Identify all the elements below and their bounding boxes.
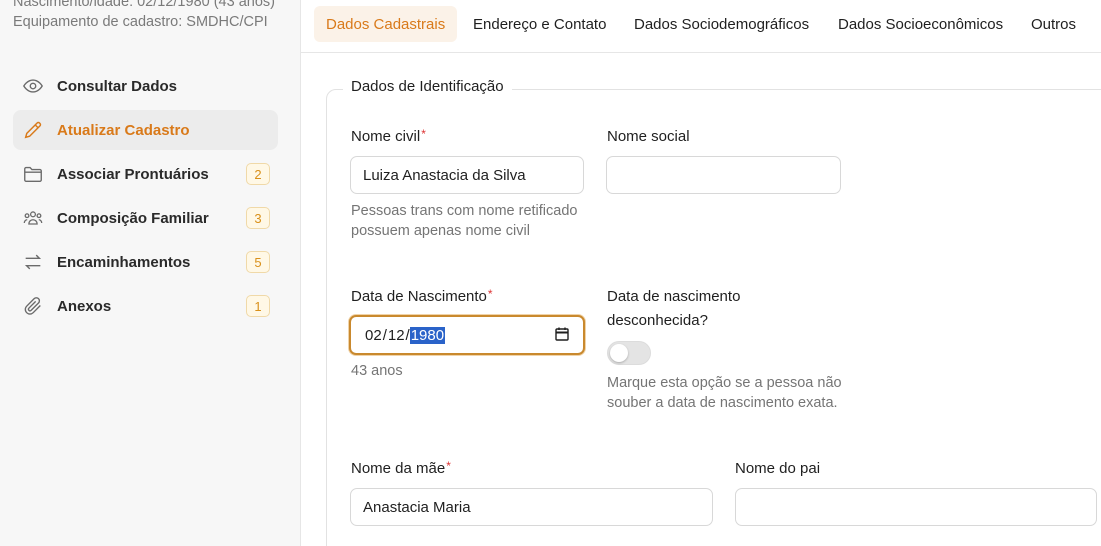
age-display: 43 anos	[351, 363, 403, 379]
patient-info: Nascimento/idade: 02/12/1980 (43 anos) E…	[13, 0, 283, 32]
sidebar-item-composicao-familiar[interactable]: Composição Familiar 3	[13, 198, 278, 238]
date-month[interactable]: 12	[387, 327, 406, 344]
nome-civil-help: Pessoas trans com nome retificado possue…	[351, 203, 578, 239]
sidebar-item-label: Anexos	[57, 297, 112, 315]
sidebar-nav: Consultar Dados Atualizar Cadastro Assoc…	[13, 66, 278, 330]
nome-civil-label-text: Nome civil	[351, 128, 421, 145]
nome-mae-label-text: Nome da mãe	[351, 460, 446, 477]
count-badge: 5	[246, 251, 270, 273]
count-badge: 1	[246, 295, 270, 317]
required-marker: *	[446, 459, 451, 473]
required-marker: *	[487, 287, 493, 301]
eye-icon	[21, 74, 45, 98]
sidebar-item-associar-prontuarios[interactable]: Associar Prontuários 2	[13, 154, 278, 194]
required-marker: *	[421, 127, 426, 141]
fieldset-legend: Dados de Identificação	[343, 78, 512, 95]
sidebar-item-label: Encaminhamentos	[57, 253, 191, 271]
toggle-knob	[610, 344, 628, 362]
tab-dados-sociodemograficos[interactable]: Dados Sociodemográficos	[622, 6, 821, 42]
nome-social-label: Nome social	[607, 128, 690, 145]
data-nascimento-input[interactable]: 02/12/1980	[349, 315, 585, 355]
sidebar-item-label: Composição Familiar	[57, 209, 209, 227]
tab-dados-cadastrais[interactable]: Dados Cadastrais	[314, 6, 458, 42]
pencil-icon	[21, 118, 45, 142]
birth-info: Nascimento/idade: 02/12/1980 (43 anos)	[13, 0, 275, 10]
sidebar-item-anexos[interactable]: Anexos 1	[13, 286, 278, 326]
sidebar-item-label: Consultar Dados	[57, 77, 178, 95]
nome-mae-label: Nome da mãe*	[351, 457, 451, 481]
nascimento-desconhecida-label-2: desconhecida?	[607, 312, 708, 329]
sidebar-item-label: Atualizar Cadastro	[57, 121, 190, 139]
data-nascimento-label-text: Data de Nascimento	[351, 288, 487, 305]
nascimento-desconhecida-label: Data de nascimento	[607, 288, 741, 305]
folder-icon	[21, 162, 45, 186]
sidebar: Nascimento/idade: 02/12/1980 (43 anos) E…	[0, 0, 301, 546]
sidebar-item-encaminhamentos[interactable]: Encaminhamentos 5	[13, 242, 278, 282]
date-day[interactable]: 02	[364, 327, 383, 344]
nascimento-desconhecida-toggle[interactable]	[607, 341, 651, 365]
sidebar-item-consultar-dados[interactable]: Consultar Dados	[13, 66, 278, 106]
date-year[interactable]: 1980	[409, 326, 446, 344]
count-badge: 3	[246, 207, 270, 229]
nascimento-desconhecida-help: Marque esta opção se a pessoa não souber…	[607, 375, 842, 411]
tab-bar: Dados Cadastrais Endereço e Contato Dado…	[301, 0, 1101, 53]
calendar-icon[interactable]	[555, 327, 569, 341]
registration-unit: Equipamento de cadastro: SMDHC/CPI	[13, 14, 268, 30]
paperclip-icon	[21, 294, 45, 318]
nome-social-input[interactable]	[606, 156, 841, 194]
nome-civil-label: Nome civil*	[351, 125, 426, 149]
family-icon	[21, 206, 45, 230]
tab-endereco-contato[interactable]: Endereço e Contato	[461, 6, 618, 42]
sidebar-item-label: Associar Prontuários	[57, 165, 209, 183]
sidebar-item-atualizar-cadastro[interactable]: Atualizar Cadastro	[13, 110, 278, 150]
nome-pai-label: Nome do pai	[735, 460, 821, 477]
nome-mae-input[interactable]: Anastacia Maria	[350, 488, 713, 526]
nome-civil-input[interactable]: Luiza Anastacia da Silva	[350, 156, 584, 194]
arrows-icon	[21, 250, 45, 274]
nome-pai-input[interactable]	[735, 488, 1097, 526]
tab-dados-socioeconomicos[interactable]: Dados Socioeconômicos	[826, 6, 1015, 42]
count-badge: 2	[246, 163, 270, 185]
data-nascimento-label: Data de Nascimento*	[351, 285, 493, 309]
tab-outros[interactable]: Outros	[1019, 6, 1088, 42]
